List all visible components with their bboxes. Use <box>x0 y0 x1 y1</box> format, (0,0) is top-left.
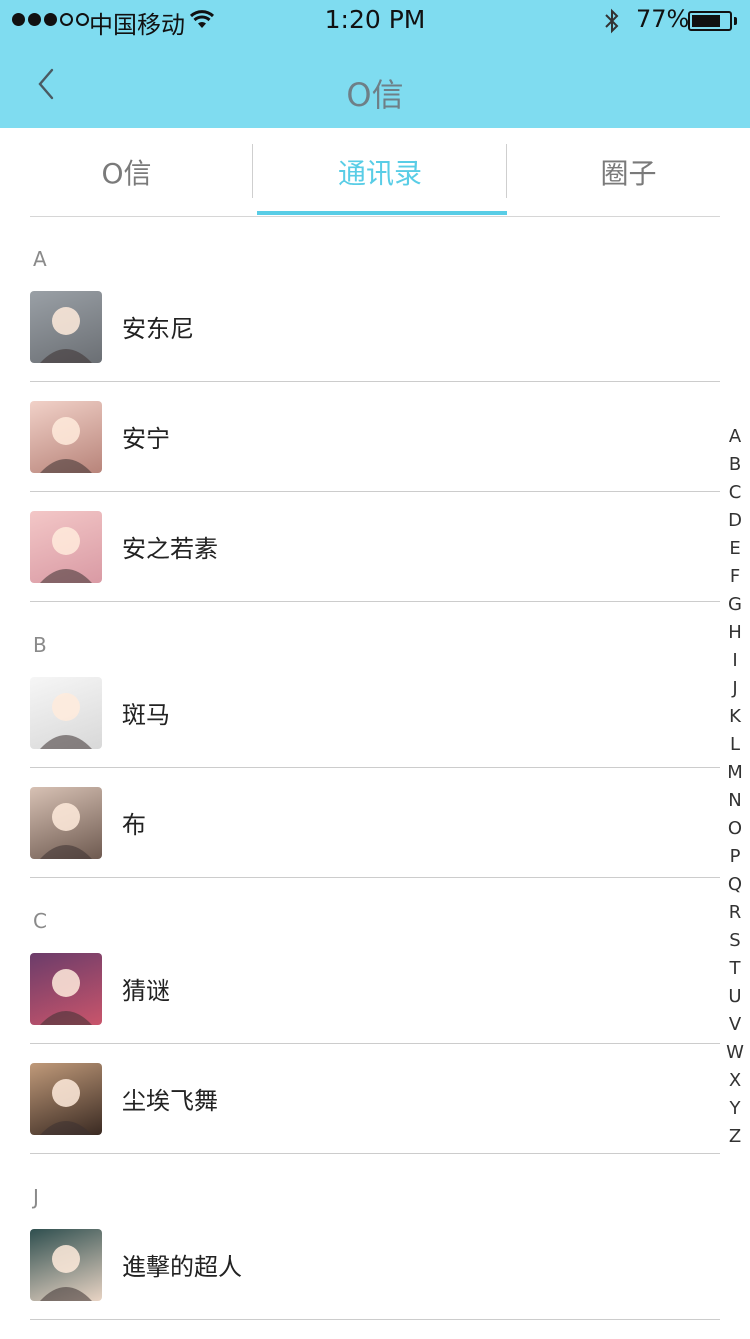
index-letter-x[interactable]: X <box>722 1067 748 1095</box>
row-divider <box>30 1043 720 1044</box>
index-letter-y[interactable]: Y <box>722 1095 748 1123</box>
tab-bar: O信 通讯录 圈子 <box>0 128 750 216</box>
index-letter-r[interactable]: R <box>722 899 748 927</box>
tab-bar-divider <box>30 216 720 217</box>
contact-row[interactable]: 尘埃飞舞 <box>0 1063 720 1173</box>
index-letter-h[interactable]: H <box>722 619 748 647</box>
avatar <box>30 953 102 1025</box>
contact-row[interactable]: 斑马 <box>0 677 720 787</box>
avatar <box>30 677 102 749</box>
index-letter-g[interactable]: G <box>722 591 748 619</box>
section-header-a: A <box>33 247 47 271</box>
row-divider <box>30 1153 720 1154</box>
row-divider <box>30 877 720 878</box>
contact-name: 猜谜 <box>122 977 170 1005</box>
avatar <box>30 787 102 859</box>
contact-name: 進擊的超人 <box>122 1253 242 1281</box>
tab-messages[interactable]: O信 <box>0 128 253 216</box>
index-letter-z[interactable]: Z <box>722 1123 748 1151</box>
active-tab-indicator <box>257 211 507 215</box>
index-letter-f[interactable]: F <box>722 563 748 591</box>
contact-row[interactable]: 安东尼 <box>0 291 720 401</box>
status-bar: 中国移动 1:20 PM 77% <box>0 0 750 40</box>
section-header-c: C <box>33 909 47 933</box>
index-letter-s[interactable]: S <box>722 927 748 955</box>
index-letter-t[interactable]: T <box>722 955 748 983</box>
contact-row[interactable]: 安之若素 <box>0 511 720 621</box>
page-title: O信 <box>346 76 404 114</box>
row-divider <box>30 601 720 602</box>
bluetooth-icon <box>605 8 619 34</box>
index-letter-j[interactable]: J <box>722 675 748 703</box>
section-header-j: J <box>33 1185 39 1209</box>
avatar <box>30 291 102 363</box>
contact-name: 尘埃飞舞 <box>122 1087 218 1115</box>
index-letter-c[interactable]: C <box>722 479 748 507</box>
index-letter-q[interactable]: Q <box>722 871 748 899</box>
battery-icon <box>688 11 732 31</box>
index-letter-l[interactable]: L <box>722 731 748 759</box>
row-divider <box>30 1319 720 1320</box>
contact-name: 安宁 <box>122 425 170 453</box>
avatar <box>30 401 102 473</box>
contact-name: 安东尼 <box>122 315 194 343</box>
avatar <box>30 1063 102 1135</box>
index-letter-e[interactable]: E <box>722 535 748 563</box>
contact-row[interactable]: 安宁 <box>0 401 720 511</box>
row-divider <box>30 491 720 492</box>
alphabet-index[interactable]: ABCDEFGHIJKLMNOPQRSTUVWXYZ <box>722 423 748 1151</box>
contact-row[interactable]: 猜谜 <box>0 953 720 1063</box>
row-divider <box>30 381 720 382</box>
avatar <box>30 511 102 583</box>
contact-name: 斑马 <box>122 701 170 729</box>
index-letter-a[interactable]: A <box>722 423 748 451</box>
index-letter-w[interactable]: W <box>722 1039 748 1067</box>
index-letter-m[interactable]: M <box>722 759 748 787</box>
index-letter-b[interactable]: B <box>722 451 748 479</box>
index-letter-d[interactable]: D <box>722 507 748 535</box>
index-letter-u[interactable]: U <box>722 983 748 1011</box>
contact-row[interactable]: 布 <box>0 787 720 897</box>
index-letter-k[interactable]: K <box>722 703 748 731</box>
row-divider <box>30 767 720 768</box>
index-letter-p[interactable]: P <box>722 843 748 871</box>
tab-circles[interactable]: 圈子 <box>507 128 750 216</box>
battery-percent: 77% <box>636 5 690 33</box>
contact-name: 布 <box>122 811 146 839</box>
contact-name: 安之若素 <box>122 535 218 563</box>
index-letter-i[interactable]: I <box>722 647 748 675</box>
index-letter-v[interactable]: V <box>722 1011 748 1039</box>
index-letter-n[interactable]: N <box>722 787 748 815</box>
contact-row[interactable]: 進擊的超人 <box>0 1229 720 1339</box>
index-letter-o[interactable]: O <box>722 815 748 843</box>
tab-contacts[interactable]: 通讯录 <box>253 128 507 216</box>
section-header-b: B <box>33 633 47 657</box>
avatar <box>30 1229 102 1301</box>
battery-tip <box>734 17 737 25</box>
header-bar: 中国移动 1:20 PM 77% O信 <box>0 0 750 128</box>
